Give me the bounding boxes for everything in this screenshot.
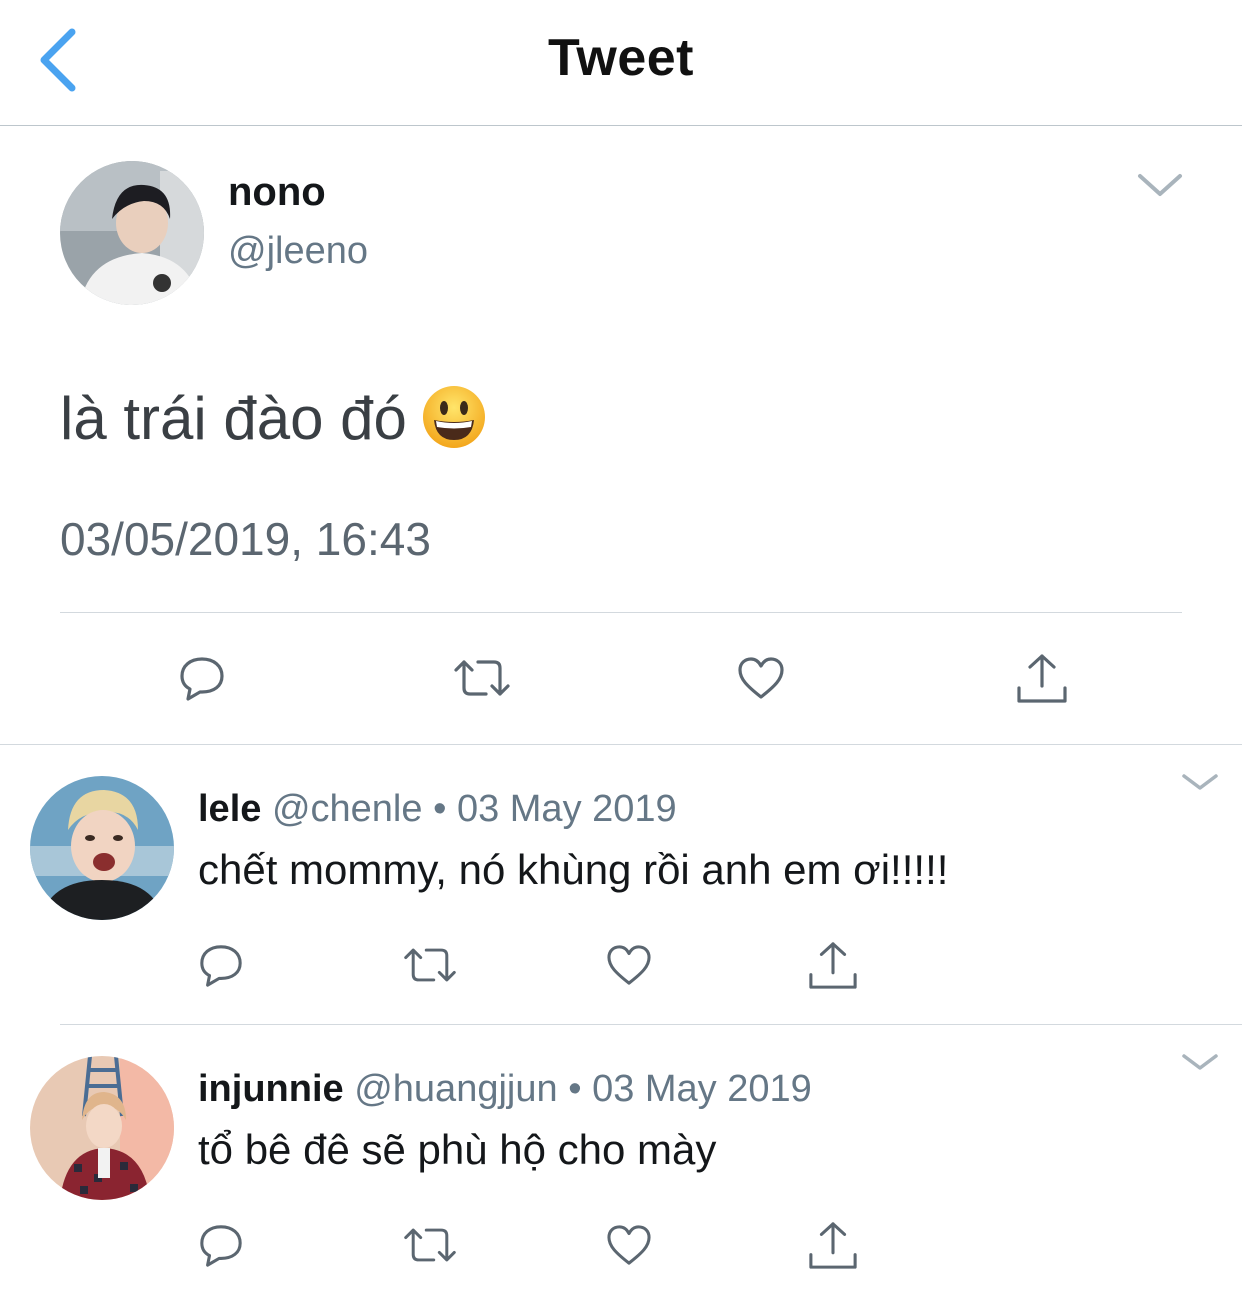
reply-separator: • (568, 1068, 582, 1110)
retweet-icon[interactable] (402, 1224, 458, 1266)
like-icon[interactable] (737, 656, 785, 700)
like-icon[interactable] (606, 944, 652, 986)
avatar[interactable] (30, 776, 174, 920)
chevron-down-icon[interactable] (1136, 170, 1184, 205)
reply-icon[interactable] (198, 942, 244, 988)
reply-separator: • (433, 788, 447, 830)
divider (60, 612, 1182, 613)
share-icon[interactable] (808, 1220, 858, 1270)
tweet-timestamp: 03/05/2019, 16:43 (60, 513, 431, 565)
grinning-face-emoji-icon (421, 384, 487, 450)
reply-date[interactable]: 03 May 2019 (457, 788, 677, 830)
chevron-down-icon[interactable] (1180, 770, 1220, 799)
share-icon[interactable] (1016, 652, 1068, 704)
chevron-down-icon[interactable] (1180, 1050, 1220, 1079)
page-title: Tweet (547, 29, 694, 87)
reply-author-handle[interactable]: @chenle (272, 788, 423, 830)
reply-date[interactable]: 03 May 2019 (592, 1068, 812, 1110)
author-name[interactable]: nono (228, 170, 326, 215)
share-icon[interactable] (808, 940, 858, 990)
avatar[interactable] (60, 161, 204, 305)
reply-header: lele @chenle • 03 May 2019 (198, 788, 677, 831)
avatar[interactable] (30, 1056, 174, 1200)
like-icon[interactable] (606, 1224, 652, 1266)
divider (60, 1024, 1242, 1025)
reply-text: tổ bê đê sẽ phù hộ cho mày (198, 1126, 717, 1173)
tweet-body: là trái đào đó (60, 385, 407, 452)
divider (0, 744, 1242, 745)
reply-icon[interactable] (178, 654, 226, 702)
reply-icon[interactable] (198, 1222, 244, 1268)
reply-author-handle[interactable]: @huangjjun (354, 1068, 557, 1110)
top-nav-bar: Tweet (0, 0, 1242, 126)
retweet-icon[interactable] (452, 656, 512, 700)
author-handle[interactable]: @jleeno (228, 230, 368, 273)
reply-text: chết mommy, nó khùng rồi anh em ơi!!!!! (198, 846, 949, 893)
reply-author-name[interactable]: injunnie (198, 1068, 344, 1110)
tweet-text: là trái đào đó (60, 384, 487, 456)
reply-header: injunnie @huangjjun • 03 May 2019 (198, 1068, 812, 1111)
reply-author-name[interactable]: lele (198, 788, 261, 830)
retweet-icon[interactable] (402, 944, 458, 986)
